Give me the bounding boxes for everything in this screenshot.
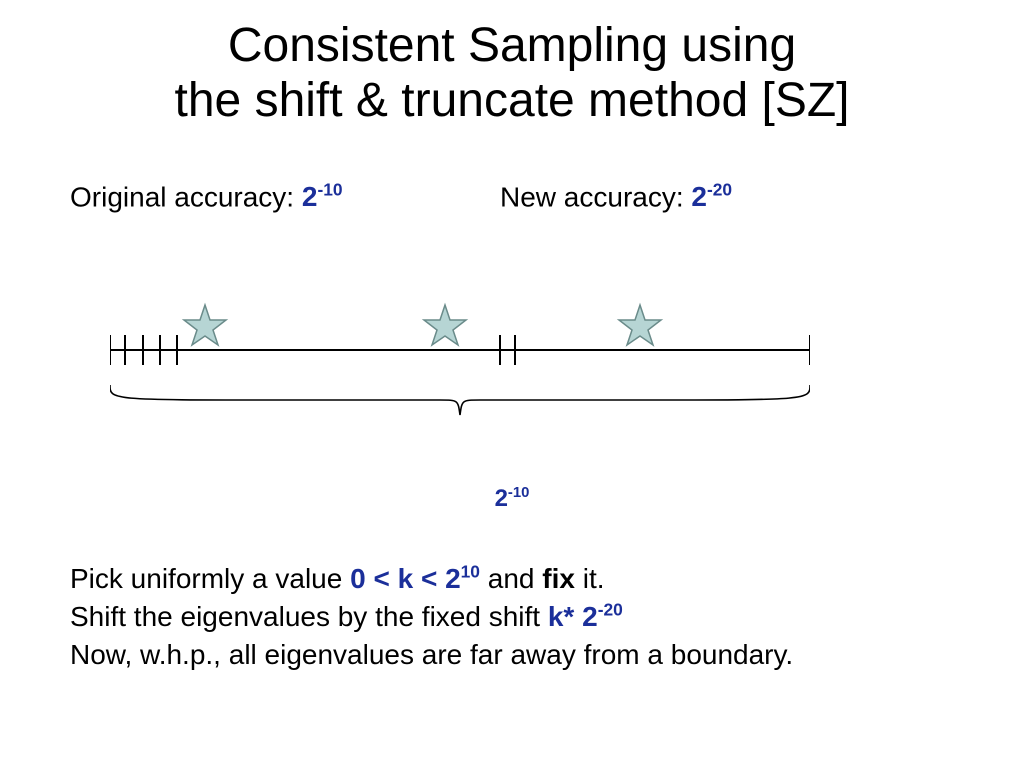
- slide: Consistent Sampling using the shift & tr…: [0, 0, 1024, 768]
- exponent: 10: [461, 562, 480, 582]
- original-accuracy-label: Original accuracy:: [70, 181, 302, 212]
- math-range: 0 < k < 210: [350, 563, 480, 594]
- base: 2: [691, 181, 707, 212]
- star-group: [184, 305, 661, 345]
- brace-icon: [110, 385, 810, 415]
- star-icon: [424, 305, 466, 345]
- new-accuracy-value: 2-20: [691, 181, 732, 212]
- star-icon: [184, 305, 226, 345]
- original-accuracy: Original accuracy: 2-10: [70, 180, 343, 213]
- body-text: Pick uniformly a value 0 < k < 210 and f…: [70, 560, 974, 673]
- number-line-diagram: [110, 300, 810, 440]
- body-line-1: Pick uniformly a value 0 < k < 210 and f…: [70, 560, 974, 598]
- exponent: -20: [598, 599, 623, 619]
- title-line-1: Consistent Sampling using: [228, 19, 796, 72]
- exponent: -10: [508, 485, 530, 501]
- new-accuracy-label: New accuracy:: [500, 181, 691, 212]
- math-shift: k* 2-20: [548, 601, 623, 632]
- original-accuracy-value: 2-10: [302, 181, 343, 212]
- text: it.: [575, 563, 605, 594]
- text: Shift the eigenvalues by the fixed shift: [70, 601, 548, 632]
- title-line-2: the shift & truncate method [SZ]: [175, 74, 850, 127]
- star-icon: [619, 305, 661, 345]
- slide-title: Consistent Sampling using the shift & tr…: [0, 18, 1024, 128]
- exponent: -10: [317, 180, 342, 200]
- new-accuracy: New accuracy: 2-20: [500, 180, 732, 213]
- brace-label: 2-10: [0, 485, 1024, 513]
- body-line-3: Now, w.h.p., all eigenvalues are far awa…: [70, 636, 974, 674]
- exponent: -20: [707, 180, 732, 200]
- text: Pick uniformly a value: [70, 563, 350, 594]
- base: 2: [495, 485, 508, 512]
- bold-fix: fix: [542, 563, 575, 594]
- body-line-2: Shift the eigenvalues by the fixed shift…: [70, 598, 974, 636]
- text: and: [480, 563, 542, 594]
- text: 0 < k < 2: [350, 563, 461, 594]
- base: 2: [302, 181, 318, 212]
- text: k* 2: [548, 601, 598, 632]
